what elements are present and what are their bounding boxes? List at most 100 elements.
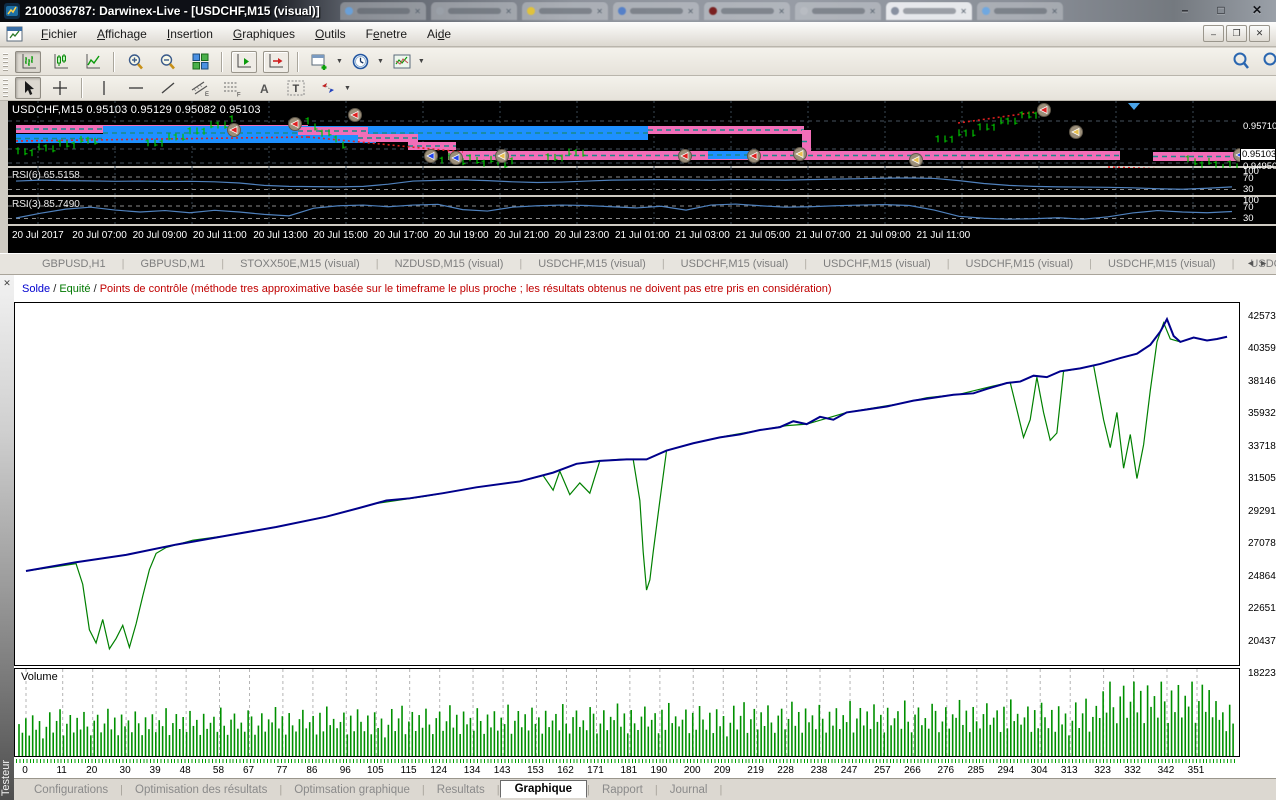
chart-tab-6[interactable]: USDCHF,M15 (visual) xyxy=(665,258,805,270)
legend-equite: Equité xyxy=(59,283,90,295)
tester-side-strip: ✕ Testeur xyxy=(0,275,14,800)
chart-tab-8[interactable]: USDCHF,M15 (visual) xyxy=(950,258,1090,270)
arrow-tools-button[interactable] xyxy=(315,77,341,99)
x-axis-label: 143 xyxy=(494,765,511,776)
tester-tab-journal[interactable]: Journal xyxy=(658,782,720,798)
legend-points-de-controle: Points de contrôle (méthode tres approxi… xyxy=(100,283,832,295)
time-axis-label: 21 Jul 09:00 xyxy=(856,230,911,241)
crosshair-button[interactable] xyxy=(47,77,73,99)
y-axis-label: 24864 xyxy=(1248,571,1276,582)
child-minimize-button[interactable]: – xyxy=(1203,25,1224,42)
price-pane[interactable]: USDCHF,M15 0.95103 0.95129 0.95082 0.951… xyxy=(8,101,1276,168)
rsi3-pane[interactable]: RSI(3) 85.7490 1007030 xyxy=(8,197,1276,226)
strategy-tester-panel: ✕ Testeur Solde / Equité / Points de con… xyxy=(0,275,1276,800)
background-tab: ✕ xyxy=(795,2,881,20)
templates-button[interactable] xyxy=(389,51,415,73)
x-axis-label: 247 xyxy=(841,765,858,776)
search-icon-clipped[interactable] xyxy=(1260,51,1276,73)
cursor-button[interactable] xyxy=(15,77,41,99)
time-axis-label: 21 Jul 05:00 xyxy=(736,230,791,241)
tester-tab-configurations[interactable]: Configurations xyxy=(22,782,120,798)
equidistant-channel-button[interactable]: E xyxy=(187,77,213,99)
tile-windows-button[interactable] xyxy=(187,51,213,73)
svg-text:T: T xyxy=(293,83,300,95)
price-chart-region: USDCHF,M15 0.95103 0.95129 0.95082 0.951… xyxy=(0,101,1276,253)
balance-equity-chart[interactable] xyxy=(14,302,1240,666)
background-tab: ✕ xyxy=(704,2,790,20)
tester-tab-rapport[interactable]: Rapport xyxy=(590,782,655,798)
menu-fichier[interactable]: Fichier xyxy=(31,23,87,45)
window-title: 2100036787: Darwinex-Live - [USDCHF,M15 … xyxy=(25,4,320,18)
timeframes-dropdown-caret[interactable]: ▼ xyxy=(377,58,384,65)
text-label-button[interactable]: T xyxy=(283,77,309,99)
auto-scroll-button[interactable] xyxy=(231,51,257,73)
close-button[interactable]: ✕ xyxy=(1242,1,1272,19)
x-axis-label: 276 xyxy=(937,765,954,776)
price-scale-upper: 0.95710 xyxy=(1243,121,1276,132)
tester-graph-area: Solde / Equité / Points de contrôle (mét… xyxy=(14,275,1276,800)
chart-tab-bar: GBPUSD,H1|GBPUSD,M1|STOXX50E,M15 (visual… xyxy=(0,253,1276,275)
templates-dropdown-caret[interactable]: ▼ xyxy=(418,58,425,65)
toolbar-grip[interactable] xyxy=(3,53,8,71)
tester-close-icon[interactable]: ✕ xyxy=(1,277,13,289)
minimize-button[interactable]: – xyxy=(1170,1,1200,19)
line-chart-button[interactable] xyxy=(79,51,105,73)
timeframes-button[interactable] xyxy=(348,51,374,73)
x-axis-label: 181 xyxy=(621,765,638,776)
menu-affichage[interactable]: Affichage xyxy=(87,23,157,45)
menu-aide[interactable]: Aide xyxy=(417,23,461,45)
chart-tab-3[interactable]: STOXX50E,M15 (visual) xyxy=(224,258,376,270)
time-axis-label: 20 Jul 11:00 xyxy=(193,230,247,241)
time-axis-label: 20 Jul 13:00 xyxy=(253,230,308,241)
vertical-line-button[interactable] xyxy=(91,77,117,99)
svg-text:E: E xyxy=(205,92,209,97)
x-axis-label: 30 xyxy=(120,765,131,776)
x-axis-label: 257 xyxy=(874,765,891,776)
child-restore-button[interactable]: ❐ xyxy=(1226,25,1247,42)
candlestick-chart-button[interactable] xyxy=(47,51,73,73)
chart-shift-button[interactable] xyxy=(263,51,289,73)
y-axis-label: 40359 xyxy=(1248,343,1276,354)
x-axis-label: 134 xyxy=(464,765,481,776)
new-chart-button[interactable] xyxy=(307,51,333,73)
toolbar-separator xyxy=(113,52,115,72)
arrow-tools-dropdown-caret[interactable]: ▼ xyxy=(344,85,351,92)
zoom-in-button[interactable] xyxy=(123,51,149,73)
chart-tab-2[interactable]: GBPUSD,M1 xyxy=(124,258,221,270)
menu-bar: FichierAffichageInsertionGraphiquesOutil… xyxy=(0,22,1276,47)
menu-outils[interactable]: Outils xyxy=(305,23,356,45)
chart-tab-5[interactable]: USDCHF,M15 (visual) xyxy=(522,258,662,270)
background-browser-tabs: ✕✕✕✕✕✕✕✕ xyxy=(340,2,1100,22)
rsi6-pane[interactable]: RSI(6) 65.5158 1007030 xyxy=(8,168,1276,197)
trendline-button[interactable] xyxy=(155,77,181,99)
volume-chart[interactable]: Volume xyxy=(14,668,1240,757)
x-axis-label: 313 xyxy=(1061,765,1078,776)
tester-tab-optimisation-des-r-sultats[interactable]: Optimisation des résultats xyxy=(123,782,279,798)
maximize-button[interactable]: □ xyxy=(1206,1,1236,19)
toolbar-grip[interactable] xyxy=(3,79,8,97)
tester-tab-optimsation-graphique[interactable]: Optimsation graphique xyxy=(282,782,422,798)
chart-tab-4[interactable]: NZDUSD,M15 (visual) xyxy=(379,258,520,270)
background-tab: ✕ xyxy=(977,2,1063,20)
chart-tab-1[interactable]: GBPUSD,H1 xyxy=(26,258,122,270)
zoom-out-button[interactable] xyxy=(155,51,181,73)
new-chart-dropdown-caret[interactable]: ▼ xyxy=(336,58,343,65)
x-axis-label: 323 xyxy=(1094,765,1111,776)
chart-tab-7[interactable]: USDCHF,M15 (visual) xyxy=(807,258,947,270)
menu-fenetre[interactable]: Fenetre xyxy=(356,23,417,45)
horizontal-line-button[interactable] xyxy=(123,77,149,99)
menu-graphiques[interactable]: Graphiques xyxy=(223,23,305,45)
tab-scroll-arrows[interactable]: ◄► xyxy=(1246,258,1272,268)
bar-chart-button[interactable] xyxy=(15,51,41,73)
menu-insertion[interactable]: Insertion xyxy=(157,23,223,45)
text-button[interactable]: A xyxy=(251,77,277,99)
time-axis-label: 20 Jul 19:00 xyxy=(434,230,489,241)
chart-tab-9[interactable]: USDCHF,M15 (visual) xyxy=(1092,258,1232,270)
tester-tab-graphique[interactable]: Graphique xyxy=(500,780,588,798)
search-icon[interactable] xyxy=(1232,51,1250,73)
child-close-button[interactable]: ✕ xyxy=(1249,25,1270,42)
x-axis-label: 153 xyxy=(527,765,544,776)
fibonacci-button[interactable]: F xyxy=(219,77,245,99)
tester-tab-resultats[interactable]: Resultats xyxy=(425,782,497,798)
rsi3-scale: 1007030 xyxy=(1240,197,1276,224)
